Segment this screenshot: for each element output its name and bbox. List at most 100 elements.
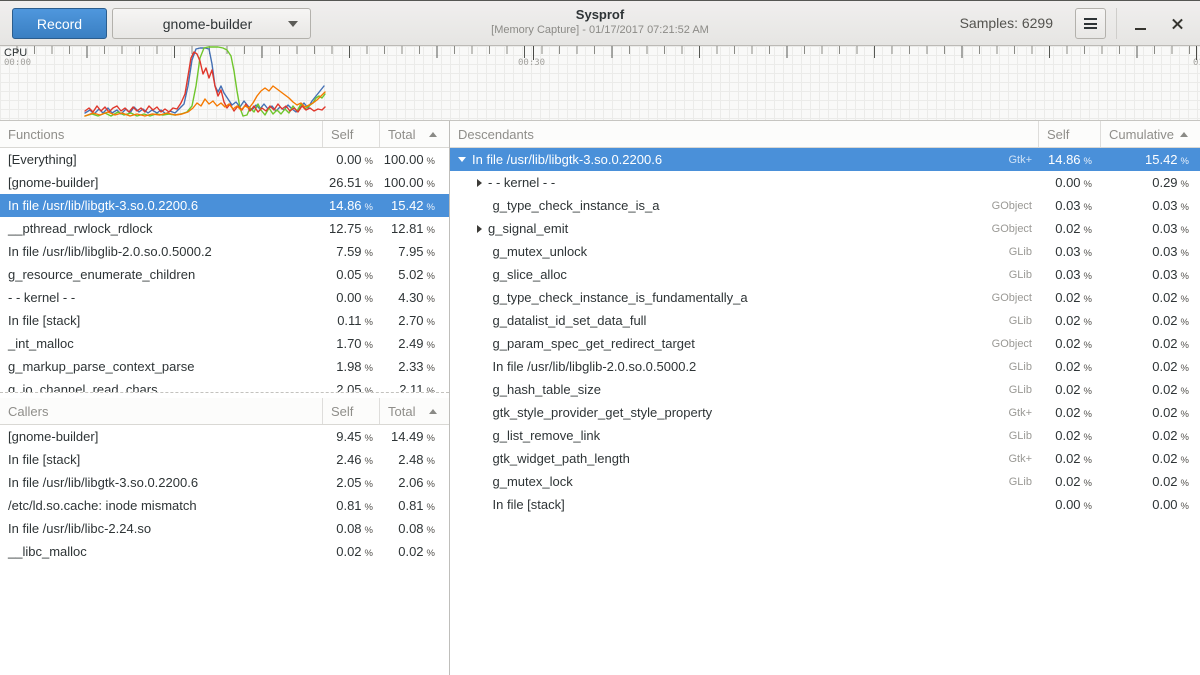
descendant-name-cell: In file /usr/lib/libgtk-3.so.0.2200.6Gtk… bbox=[450, 152, 1038, 167]
functions-table-row[interactable]: - - kernel - -0.00%4.30% bbox=[0, 286, 449, 309]
functions-table-row[interactable]: [Everything]0.00%100.00% bbox=[0, 148, 449, 171]
descendant-name-cell: g_hash_table_sizeGLib bbox=[450, 382, 1038, 397]
callers-table-row[interactable]: In file [stack]2.46%2.48% bbox=[0, 448, 449, 471]
descendant-name: gtk_style_provider_get_style_property bbox=[493, 405, 713, 420]
descendants-table-row[interactable]: gtk_style_provider_get_style_property Gtk… bbox=[450, 401, 1200, 424]
percent-value: 2.06% bbox=[379, 475, 449, 490]
callers-total-column-header[interactable]: Total bbox=[379, 398, 449, 424]
function-name: g_markup_parse_context_parse bbox=[0, 359, 322, 374]
functions-table-row[interactable]: In file /usr/lib/libgtk-3.so.0.2200.614.… bbox=[0, 194, 449, 217]
expander-collapsed-icon[interactable] bbox=[477, 179, 482, 187]
percent-value: 0.03% bbox=[1038, 244, 1100, 259]
functions-total-column-header[interactable]: Total bbox=[379, 121, 449, 147]
callers-table-row[interactable]: __libc_malloc0.02%0.02% bbox=[0, 540, 449, 563]
callers-column-header[interactable]: Callers bbox=[0, 398, 322, 424]
function-name: g_resource_enumerate_children bbox=[0, 267, 322, 282]
descendants-table-row[interactable]: - - kernel - -0.00%0.29% bbox=[450, 171, 1200, 194]
percent-value: 2.05% bbox=[322, 475, 379, 490]
percent-value: 26.51% bbox=[322, 175, 379, 190]
descendants-self-column-header[interactable]: Self bbox=[1038, 121, 1100, 147]
major-tick bbox=[1196, 46, 1197, 60]
descendant-name: g_param_spec_get_redirect_target bbox=[493, 336, 695, 351]
library-tag: Gtk+ bbox=[1008, 407, 1038, 419]
cpu-graph-lines bbox=[0, 46, 1200, 121]
descendant-name-cell: In file /usr/lib/libglib-2.0.so.0.5000.2… bbox=[450, 359, 1038, 374]
descendant-name-cell: g_datalist_id_set_data_fullGLib bbox=[450, 313, 1038, 328]
descendants-table-row[interactable]: g_type_check_instance_is_aGObject0.03%0.… bbox=[450, 194, 1200, 217]
percent-value: 0.00% bbox=[322, 152, 379, 167]
descendant-name: g_mutex_lock bbox=[493, 474, 573, 489]
process-selector[interactable]: gnome-builder bbox=[112, 8, 311, 39]
percent-value: 0.00% bbox=[1038, 175, 1100, 190]
record-button[interactable]: Record bbox=[12, 8, 107, 39]
close-button[interactable] bbox=[1162, 8, 1192, 39]
percent-value: 0.03% bbox=[1038, 267, 1100, 282]
percent-value: 5.02% bbox=[379, 267, 449, 282]
callers-table-body: [gnome-builder]9.45%14.49%In file [stack… bbox=[0, 425, 449, 675]
percent-value: 14.49% bbox=[379, 429, 449, 444]
descendant-name: g_mutex_unlock bbox=[493, 244, 588, 259]
callers-table-row[interactable]: /etc/ld.so.cache: inode mismatch0.81%0.8… bbox=[0, 494, 449, 517]
descendants-table-row[interactable]: g_list_remove_linkGLib0.02%0.02% bbox=[450, 424, 1200, 447]
percent-value: 0.08% bbox=[379, 521, 449, 536]
functions-table-row[interactable]: __pthread_rwlock_rdlock12.75%12.81% bbox=[0, 217, 449, 240]
menu-button[interactable] bbox=[1075, 8, 1106, 39]
percent-value: 2.49% bbox=[379, 336, 449, 351]
callers-total-label: Total bbox=[388, 404, 415, 419]
hamburger-icon bbox=[1084, 18, 1097, 29]
percent-value: 0.02% bbox=[1100, 336, 1200, 351]
percent-value: 0.02% bbox=[1100, 313, 1200, 328]
descendants-cumulative-column-header[interactable]: Cumulative bbox=[1100, 121, 1200, 147]
functions-table-row[interactable]: g_io_channel_read_chars2.05%2.11% bbox=[0, 378, 449, 393]
percent-value: 0.02% bbox=[1038, 359, 1100, 374]
functions-table-row[interactable]: In file /usr/lib/libglib-2.0.so.0.5000.2… bbox=[0, 240, 449, 263]
descendants-table-row[interactable]: g_hash_table_sizeGLib0.02%0.02% bbox=[450, 378, 1200, 401]
callers-table-row[interactable]: In file /usr/lib/libgtk-3.so.0.2200.62.0… bbox=[0, 471, 449, 494]
percent-value: 2.70% bbox=[379, 313, 449, 328]
functions-column-header[interactable]: Functions bbox=[0, 121, 322, 147]
descendants-table-row[interactable]: g_mutex_lockGLib0.02%0.02% bbox=[450, 470, 1200, 493]
library-tag: GObject bbox=[992, 200, 1038, 212]
percent-value: 2.46% bbox=[322, 452, 379, 467]
descendants-table-row[interactable]: g_mutex_unlockGLib0.03%0.03% bbox=[450, 240, 1200, 263]
expander-collapsed-icon[interactable] bbox=[477, 225, 482, 233]
descendants-table-row[interactable]: gtk_widget_path_lengthGtk+0.02%0.02% bbox=[450, 447, 1200, 470]
percent-value: 12.75% bbox=[322, 221, 379, 236]
percent-value: 7.95% bbox=[379, 244, 449, 259]
callers-table-row[interactable]: [gnome-builder]9.45%14.49% bbox=[0, 425, 449, 448]
functions-table-row[interactable]: g_markup_parse_context_parse1.98%2.33% bbox=[0, 355, 449, 378]
percent-value: 2.05% bbox=[322, 382, 379, 393]
descendants-table-row[interactable]: In file /usr/lib/libglib-2.0.so.0.5000.2… bbox=[450, 355, 1200, 378]
functions-self-column-header[interactable]: Self bbox=[322, 121, 379, 147]
percent-value: 0.02% bbox=[1100, 382, 1200, 397]
functions-table-row[interactable]: In file [stack]0.11%2.70% bbox=[0, 309, 449, 332]
callers-section: Callers Self Total [gnome-builder]9.45%1… bbox=[0, 398, 449, 675]
percent-value: 0.02% bbox=[1100, 290, 1200, 305]
cpu-timeline-graph[interactable]: CPU 00:00 00:30 01:00 bbox=[0, 46, 1200, 121]
functions-table-row[interactable]: [gnome-builder]26.51%100.00% bbox=[0, 171, 449, 194]
descendants-table-row[interactable]: g_type_check_instance_is_fundamentally_a… bbox=[450, 286, 1200, 309]
callers-table-header: Callers Self Total bbox=[0, 398, 449, 425]
descendants-column-header[interactable]: Descendants bbox=[450, 121, 1038, 147]
percent-value: 0.02% bbox=[1038, 451, 1100, 466]
descendants-table-row[interactable]: In file [stack]0.00%0.00% bbox=[450, 493, 1200, 516]
callers-table-row[interactable]: In file /usr/lib/libc-2.24.so0.08%0.08% bbox=[0, 517, 449, 540]
percent-value: 0.02% bbox=[1100, 405, 1200, 420]
minimize-button[interactable] bbox=[1125, 8, 1155, 39]
descendants-table-row[interactable]: g_signal_emitGObject0.02%0.03% bbox=[450, 217, 1200, 240]
expander-expanded-icon[interactable] bbox=[458, 157, 466, 162]
descendant-name-cell: g_mutex_lockGLib bbox=[450, 474, 1038, 489]
descendant-name-cell: g_mutex_unlockGLib bbox=[450, 244, 1038, 259]
descendant-name: g_datalist_id_set_data_full bbox=[493, 313, 647, 328]
descendants-table-row[interactable]: g_datalist_id_set_data_fullGLib0.02%0.02… bbox=[450, 309, 1200, 332]
functions-table-row[interactable]: g_resource_enumerate_children0.05%5.02% bbox=[0, 263, 449, 286]
percent-value: 0.02% bbox=[379, 544, 449, 559]
descendants-table-row[interactable]: In file /usr/lib/libgtk-3.so.0.2200.6Gtk… bbox=[450, 148, 1200, 171]
descendant-name: g_slice_alloc bbox=[493, 267, 567, 282]
functions-table-row[interactable]: _int_malloc1.70%2.49% bbox=[0, 332, 449, 355]
functions-table-body: [Everything]0.00%100.00%[gnome-builder]2… bbox=[0, 148, 449, 393]
descendants-table-row[interactable]: g_slice_allocGLib0.03%0.03% bbox=[450, 263, 1200, 286]
callers-self-column-header[interactable]: Self bbox=[322, 398, 379, 424]
percent-value: 0.02% bbox=[322, 544, 379, 559]
descendants-table-row[interactable]: g_param_spec_get_redirect_targetGObject0… bbox=[450, 332, 1200, 355]
